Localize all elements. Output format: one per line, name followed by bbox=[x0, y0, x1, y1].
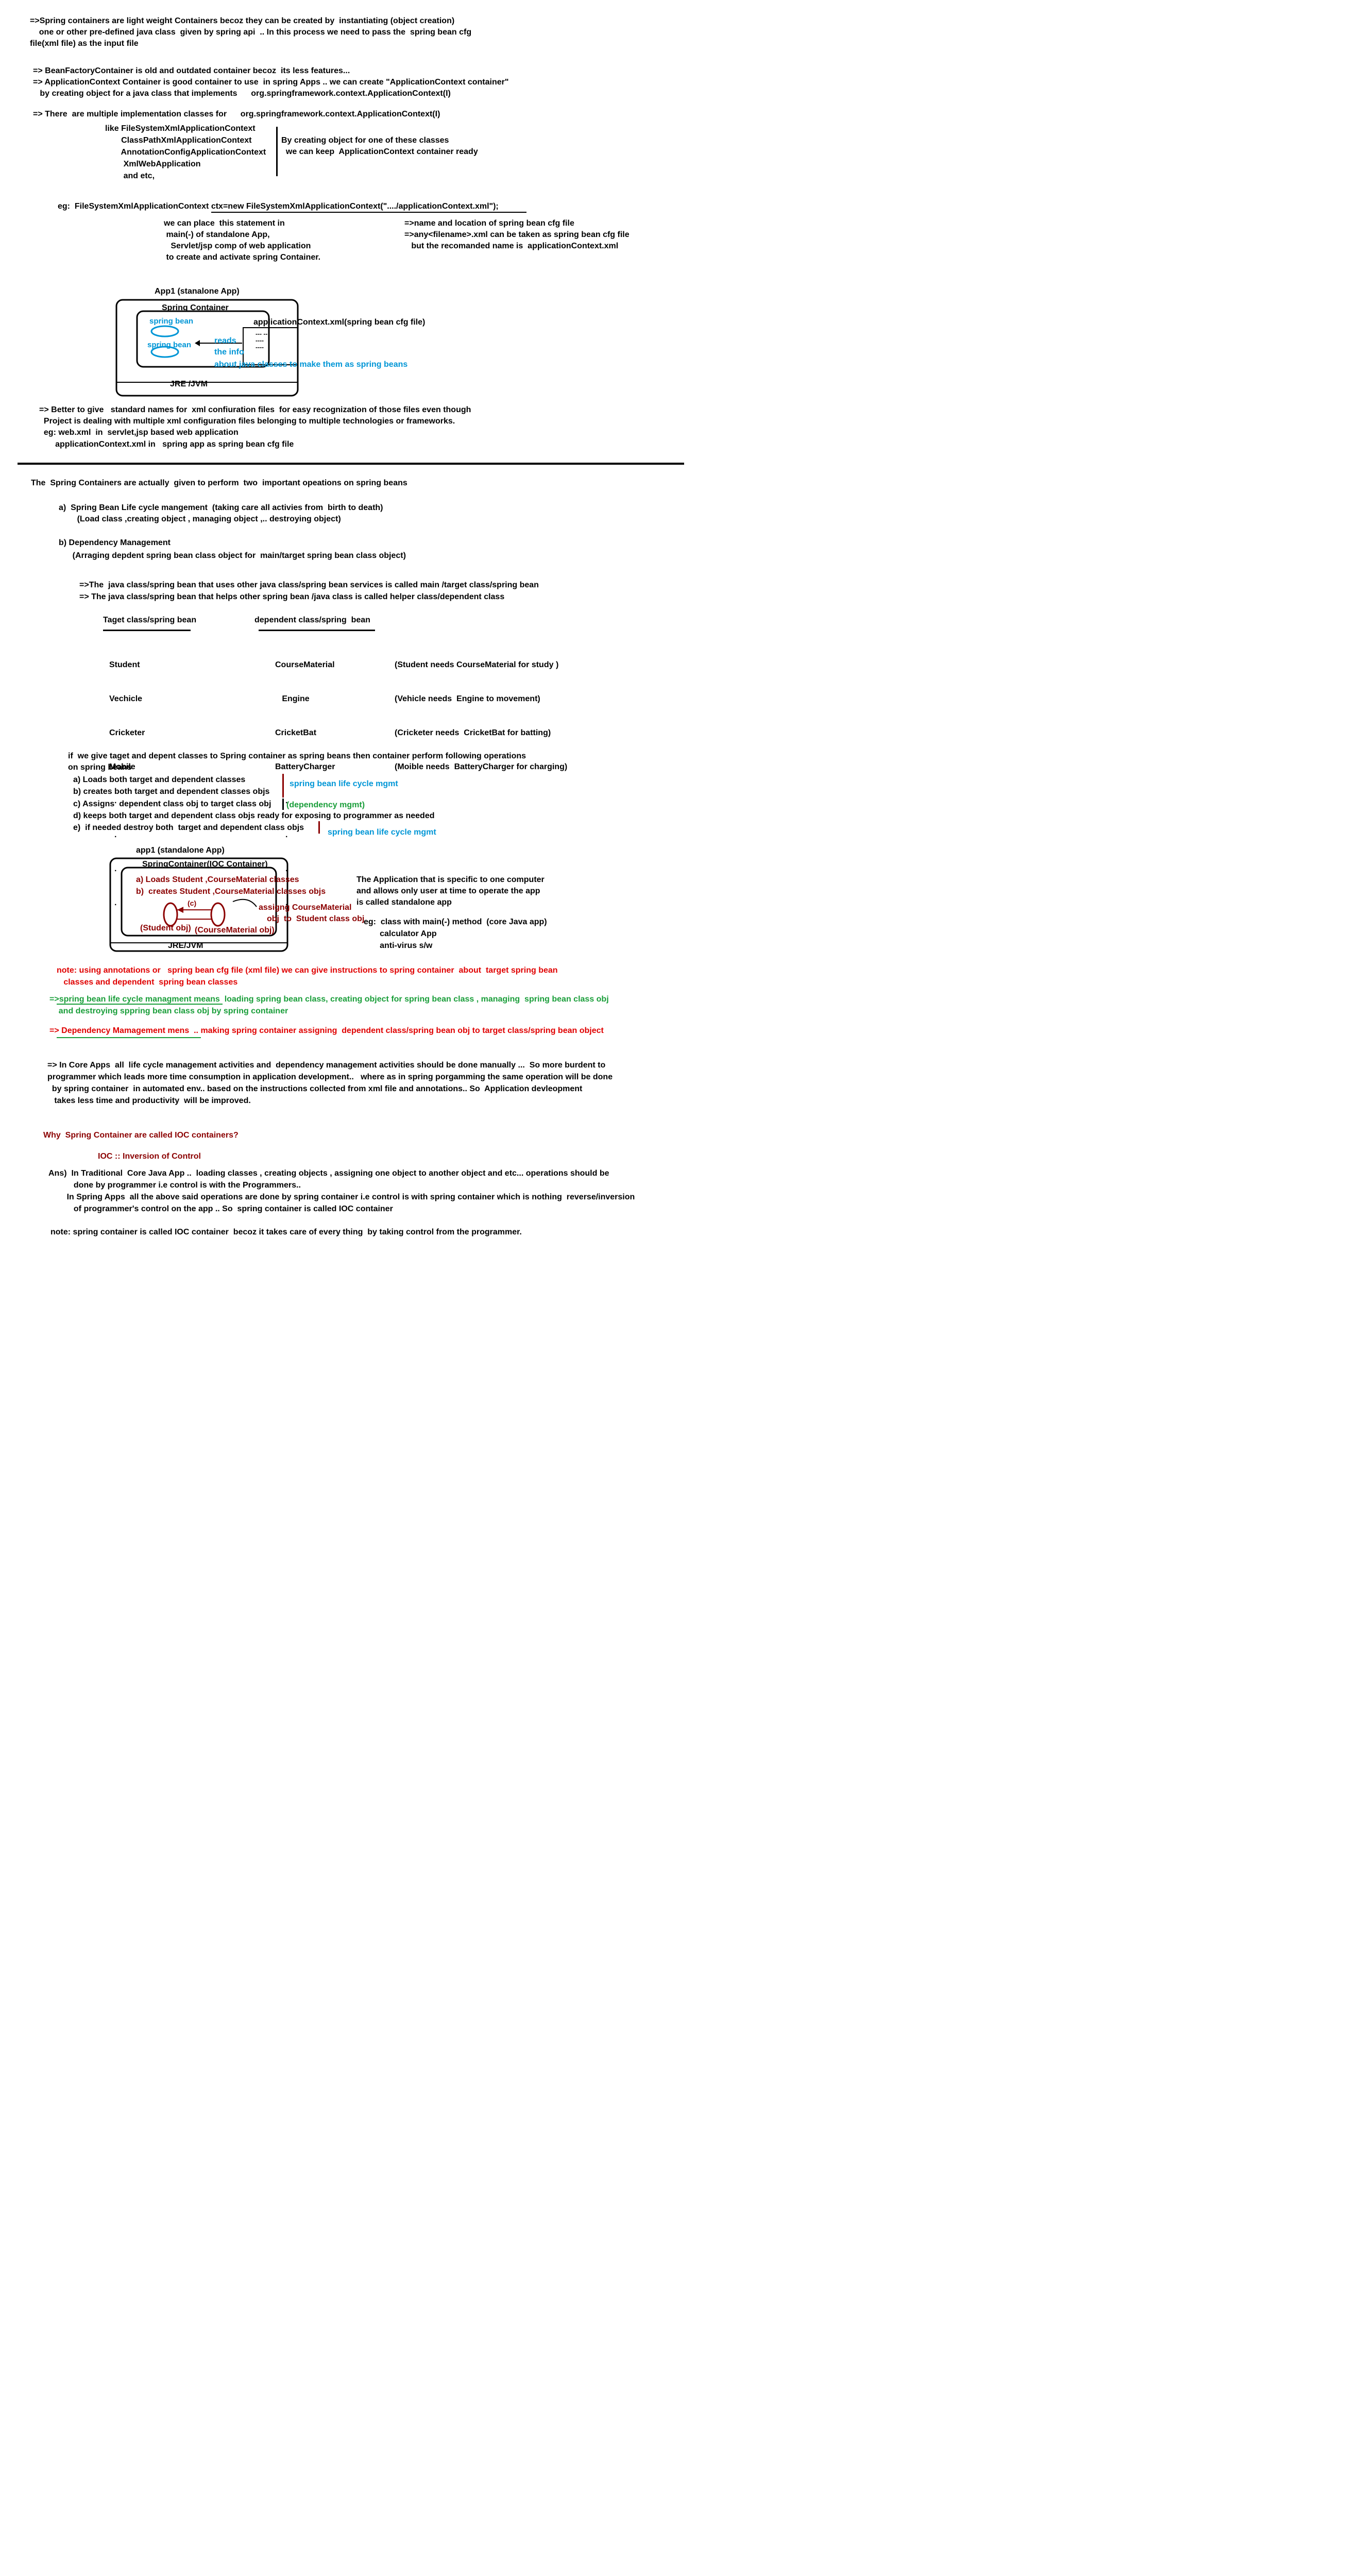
lifecycle-underline bbox=[57, 1004, 223, 1005]
core-apps-4: takes less time and productivity will be… bbox=[47, 1096, 251, 1105]
ioc-def: IOC :: Inversion of Control bbox=[98, 1152, 201, 1161]
diagram2-course-obj: (CourseMaterial obj) bbox=[195, 926, 275, 935]
ans-1: Ans) In Traditional Core Java App .. loa… bbox=[48, 1169, 609, 1178]
standalone-eg-3: anti-virus s/w bbox=[364, 941, 433, 950]
final-note: note: spring container is called IOC con… bbox=[50, 1228, 522, 1236]
note-annotations-1: note: using annotations or spring bean c… bbox=[57, 966, 558, 975]
diagram2-line-b: b) creates Student ,CourseMaterial class… bbox=[136, 887, 326, 896]
diagram2-jre: JRE/JVM bbox=[168, 941, 203, 950]
why-ioc: Why Spring Container are called IOC cont… bbox=[43, 1131, 239, 1140]
ans-3: In Spring Apps all the above said operat… bbox=[48, 1193, 635, 1201]
standalone-note-1: The Application that is specific to one … bbox=[356, 875, 545, 884]
core-apps-2: programmer which leads more time consump… bbox=[47, 1073, 613, 1081]
lifecycle-means-1: =>spring bean life cycle managment means… bbox=[49, 995, 609, 1004]
standalone-note-3: is called standalone app bbox=[356, 898, 452, 907]
diagram2-app-title: app1 (standalone App) bbox=[136, 846, 225, 855]
standalone-eg-2: calculator App bbox=[364, 929, 437, 938]
diagram2-assign-2: obj to Student class obj bbox=[267, 914, 365, 923]
notes-page: =>Spring containers are light weight Con… bbox=[0, 0, 1360, 2576]
diagram2-assign: assigng CourseMaterial bbox=[259, 903, 352, 912]
core-apps-1: => In Core Apps all life cycle managemen… bbox=[47, 1061, 606, 1070]
dependency-underline bbox=[57, 1037, 201, 1038]
diagram2-shapes bbox=[109, 857, 288, 952]
ans-2: done by programmer i.e control is with t… bbox=[48, 1181, 301, 1190]
lifecycle-means-2: and destroying sppring bean class obj by… bbox=[49, 1007, 288, 1015]
dependency-means: => Dependency Mamagement mens .. making … bbox=[49, 1026, 604, 1035]
core-apps-3: by spring container in automated env.. b… bbox=[47, 1084, 583, 1093]
diagram2-c-label: (c) bbox=[188, 899, 197, 907]
note-annotations-2: classes and dependent spring bean classe… bbox=[57, 978, 238, 987]
standalone-eg-1: eg: class with main(-) method (core Java… bbox=[364, 918, 547, 926]
standalone-note-2: and allows only user at time to operate … bbox=[356, 887, 540, 895]
diagram2-container-label: SpringContainer(IOC Container) bbox=[142, 860, 268, 869]
ans-4: of programmer's control on the app .. So… bbox=[48, 1205, 393, 1213]
diagram2-student-obj: (Student obj) bbox=[140, 924, 191, 933]
diagram2-line-a: a) Loads Student ,CourseMaterial classes bbox=[136, 875, 299, 884]
